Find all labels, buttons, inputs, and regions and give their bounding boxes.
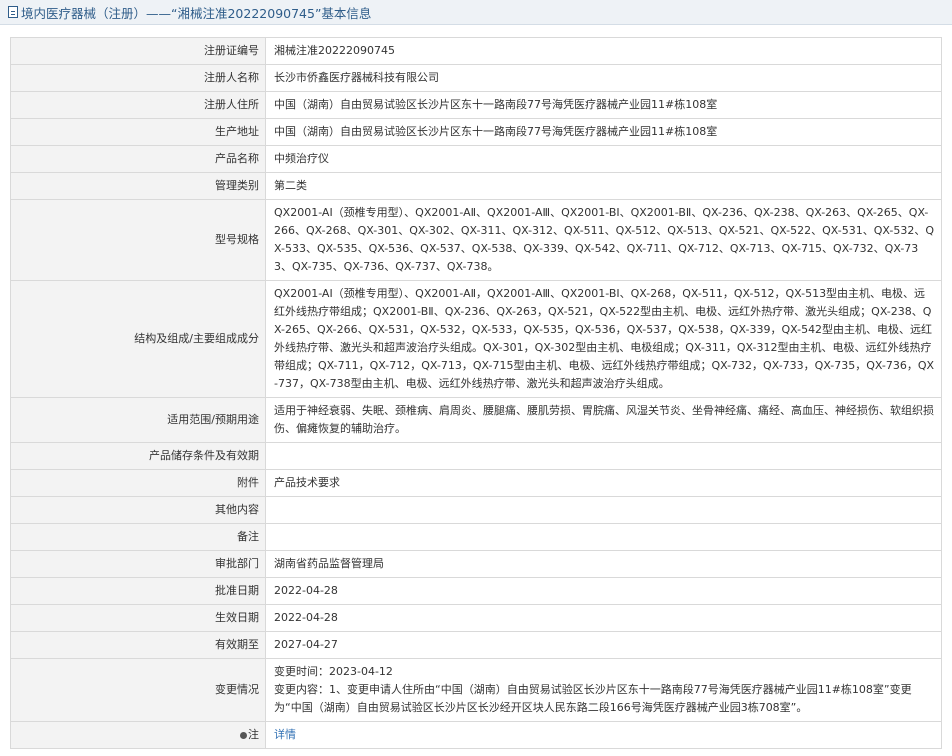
table-row: 备注 [10, 523, 942, 551]
effective-date-label: 生效日期 [10, 604, 266, 632]
attachment-label: 附件 [10, 469, 266, 497]
note-label: 注 [248, 728, 259, 741]
product-name-value: 中频治疗仪 [265, 145, 942, 173]
storage-label: 产品储存条件及有效期 [10, 442, 266, 470]
approval-dept-value: 湖南省药品监督管理局 [265, 550, 942, 578]
registrant-value: 长沙市侨鑫医疗器械科技有限公司 [265, 64, 942, 92]
table-row: 审批部门 湖南省药品监督管理局 [10, 550, 942, 578]
reg-no-label: 注册证编号 [10, 37, 266, 65]
model-spec-label: 型号规格 [10, 199, 266, 281]
approval-date-label: 批准日期 [10, 577, 266, 605]
registrant-label: 注册人名称 [10, 64, 266, 92]
table-row: 型号规格 QX2001-AI（颈椎专用型）、QX2001-AⅡ、QX2001-A… [10, 199, 942, 281]
table-row: 注 详情 [10, 721, 942, 749]
table-row: 产品名称 中频治疗仪 [10, 145, 942, 173]
changes-label: 变更情况 [10, 658, 266, 722]
page-title: 境内医疗器械（注册）——“湘械注准20222090745”基本信息 [21, 5, 372, 21]
pin-icon [240, 732, 247, 739]
table-row: 注册证编号 湘械注准20222090745 [10, 37, 942, 65]
storage-value [265, 442, 942, 470]
approval-date-value: 2022-04-28 [265, 577, 942, 605]
approval-dept-label: 审批部门 [10, 550, 266, 578]
attachment-value: 产品技术要求 [265, 469, 942, 497]
table-row: 生产地址 中国（湖南）自由贸易试验区长沙片区东十一路南段77号海凭医疗器械产业园… [10, 118, 942, 146]
table-row: 注册人名称 长沙市侨鑫医疗器械科技有限公司 [10, 64, 942, 92]
production-addr-value: 中国（湖南）自由贸易试验区长沙片区东十一路南段77号海凭医疗器械产业园11#栋1… [265, 118, 942, 146]
usage-label: 适用范围/预期用途 [10, 397, 266, 443]
table-row: 注册人住所 中国（湖南）自由贸易试验区长沙片区东十一路南段77号海凭医疗器械产业… [10, 91, 942, 119]
document-icon [8, 6, 18, 18]
note-value: 详情 [265, 721, 942, 749]
effective-date-value: 2022-04-28 [265, 604, 942, 632]
table-row: 适用范围/预期用途 适用于神经衰弱、失眠、颈椎病、肩周炎、腰腿痛、腰肌劳损、胃脘… [10, 397, 942, 443]
mgmt-class-value: 第二类 [265, 172, 942, 200]
usage-value: 适用于神经衰弱、失眠、颈椎病、肩周炎、腰腿痛、腰肌劳损、胃脘痛、风湿关节炎、坐骨… [265, 397, 942, 443]
change-content: 变更内容：1、变更申请人住所由“中国（湖南）自由贸易试验区长沙片区东十一路南段7… [274, 683, 912, 714]
mgmt-class-label: 管理类别 [10, 172, 266, 200]
table-row: 结构及组成/主要组成成分 QX2001-AI（颈椎专用型）、QX2001-AⅡ，… [10, 280, 942, 398]
other-label: 其他内容 [10, 496, 266, 524]
model-spec-value: QX2001-AI（颈椎专用型）、QX2001-AⅡ、QX2001-AⅢ、QX2… [265, 199, 942, 281]
info-table: 注册证编号 湘械注准20222090745 注册人名称 长沙市侨鑫医疗器械科技有… [10, 37, 942, 749]
change-time: 变更时间：2023-04-12 [274, 665, 393, 678]
valid-until-label: 有效期至 [10, 631, 266, 659]
registrant-addr-value: 中国（湖南）自由贸易试验区长沙片区东十一路南段77号海凭医疗器械产业园11#栋1… [265, 91, 942, 119]
table-row: 其他内容 [10, 496, 942, 524]
valid-until-value: 2027-04-27 [265, 631, 942, 659]
reg-no-value: 湘械注准20222090745 [265, 37, 942, 65]
table-row: 附件 产品技术要求 [10, 469, 942, 497]
table-row: 变更情况 变更时间：2023-04-12 变更内容：1、变更申请人住所由“中国（… [10, 658, 942, 722]
table-row: 有效期至 2027-04-27 [10, 631, 942, 659]
table-row: 生效日期 2022-04-28 [10, 604, 942, 632]
table-row: 批准日期 2022-04-28 [10, 577, 942, 605]
remark-value [265, 523, 942, 551]
product-name-label: 产品名称 [10, 145, 266, 173]
table-row: 管理类别 第二类 [10, 172, 942, 200]
changes-value: 变更时间：2023-04-12 变更内容：1、变更申请人住所由“中国（湖南）自由… [265, 658, 942, 722]
production-addr-label: 生产地址 [10, 118, 266, 146]
registrant-addr-label: 注册人住所 [10, 91, 266, 119]
detail-panel: 注册证编号 湘械注准20222090745 注册人名称 长沙市侨鑫医疗器械科技有… [0, 25, 952, 749]
remark-label: 备注 [10, 523, 266, 551]
other-value [265, 496, 942, 524]
note-label-cell: 注 [10, 721, 266, 749]
structure-label: 结构及组成/主要组成成分 [10, 280, 266, 398]
structure-value: QX2001-AI（颈椎专用型）、QX2001-AⅡ，QX2001-AⅢ、QX2… [265, 280, 942, 398]
table-row: 产品储存条件及有效期 [10, 442, 942, 470]
details-link[interactable]: 详情 [274, 728, 296, 741]
page-header: 境内医疗器械（注册）——“湘械注准20222090745”基本信息 [0, 0, 952, 25]
